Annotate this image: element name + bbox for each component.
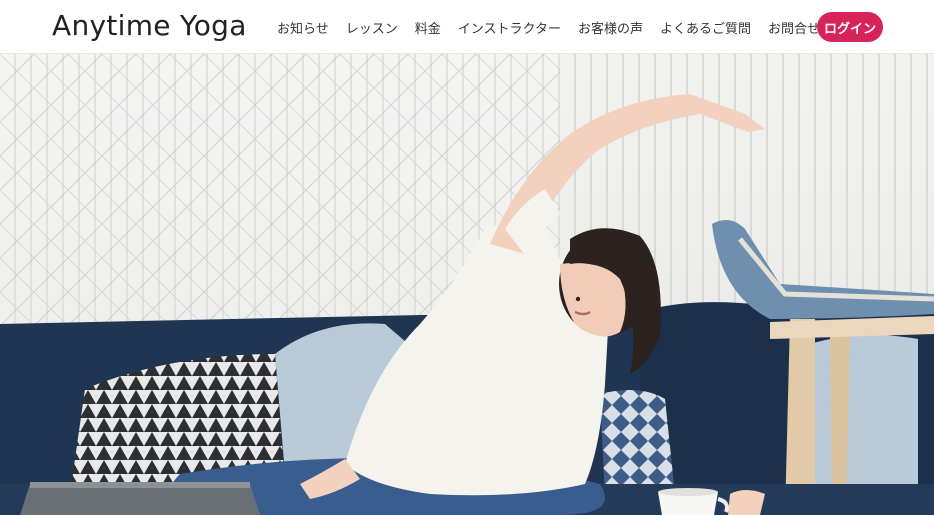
- nav-item-faq[interactable]: よくあるご質問: [660, 18, 751, 37]
- nav-item-news[interactable]: お知らせ: [277, 18, 329, 37]
- hero-photo: [0, 54, 934, 515]
- nav-item-instructors[interactable]: インストラクター: [458, 18, 561, 37]
- login-button[interactable]: ログイン: [817, 12, 883, 42]
- nav-item-lessons[interactable]: レッスン: [346, 18, 398, 37]
- hero-image: [0, 54, 934, 515]
- nav-item-contact[interactable]: お問合せ: [768, 18, 820, 37]
- nav-item-pricing[interactable]: 料金: [415, 18, 441, 37]
- nav-item-testimonials[interactable]: お客様の声: [578, 18, 643, 37]
- site-logo[interactable]: Anytime Yoga: [52, 6, 247, 46]
- site-header: Anytime Yoga お知らせ レッスン 料金 インストラクター お客様の声…: [0, 0, 934, 54]
- main-nav: お知らせ レッスン 料金 インストラクター お客様の声 よくあるご質問 お問合せ: [277, 0, 837, 54]
